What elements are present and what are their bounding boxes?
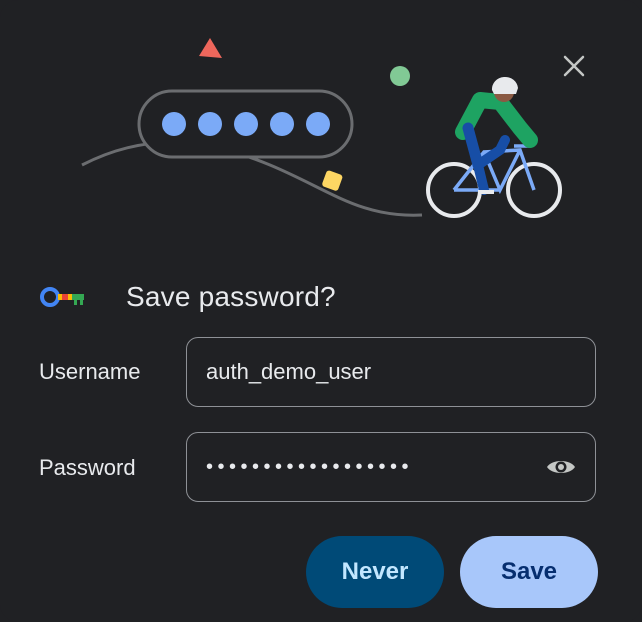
dot-5 bbox=[306, 112, 330, 136]
eye-icon bbox=[547, 461, 575, 473]
dot-1 bbox=[162, 112, 186, 136]
cyclist-illustration bbox=[426, 76, 562, 218]
close-icon bbox=[563, 55, 585, 77]
green-circle-shape bbox=[390, 66, 410, 86]
never-button[interactable]: Never bbox=[306, 536, 444, 608]
yellow-square-shape bbox=[322, 170, 343, 191]
dialog-title: Save password? bbox=[126, 281, 336, 312]
password-illustration bbox=[81, 38, 562, 218]
save-password-dialog: Save password? Username Password •••••••… bbox=[0, 0, 642, 622]
close-button[interactable] bbox=[558, 50, 590, 82]
dot-3 bbox=[234, 112, 258, 136]
password-label: Password bbox=[39, 455, 136, 480]
dialog-header: Save password? bbox=[38, 270, 336, 324]
show-password-button[interactable] bbox=[545, 454, 577, 480]
username-field[interactable] bbox=[186, 337, 596, 407]
password-masked-value: •••••••••••••••••• bbox=[206, 455, 414, 478]
dot-2 bbox=[198, 112, 222, 136]
username-label: Username bbox=[39, 359, 141, 384]
password-field[interactable]: •••••••••••••••••• bbox=[186, 432, 596, 502]
key-icon bbox=[40, 287, 84, 307]
save-button[interactable]: Save bbox=[460, 536, 598, 608]
username-input[interactable] bbox=[206, 359, 526, 385]
dot-4 bbox=[270, 112, 294, 136]
red-triangle-shape bbox=[199, 38, 222, 58]
